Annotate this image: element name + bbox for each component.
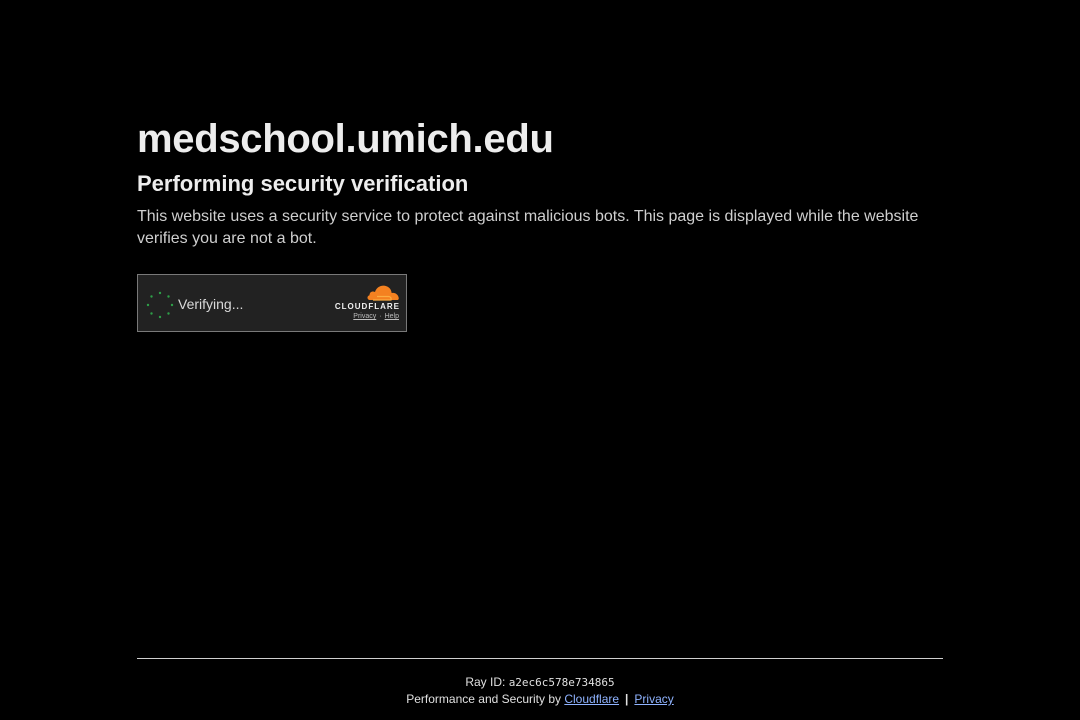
cloudflare-link[interactable]: Cloudflare <box>564 692 619 706</box>
ray-id-line: Ray ID: a2ec6c578e734865 <box>137 674 943 691</box>
page-footer: Ray ID: a2ec6c578e734865 Performance and… <box>137 658 943 707</box>
verifying-status: Verifying... <box>178 296 244 312</box>
widget-help-link[interactable]: Help <box>385 313 399 320</box>
ray-id-label: Ray ID: <box>465 675 506 689</box>
footer-divider: | <box>625 692 629 706</box>
verification-heading: Performing security verification <box>137 171 469 196</box>
cloud-icon <box>367 285 399 301</box>
ray-id-value: a2ec6c578e734865 <box>508 676 615 689</box>
page-title: medschool.umich.edu <box>137 117 554 161</box>
widget-links: Privacy · Help <box>353 312 399 321</box>
footer-privacy-link[interactable]: Privacy <box>634 692 673 706</box>
turnstile-widget[interactable]: Verifying... CLOUDFLARE Privacy · Help <box>137 274 407 332</box>
loading-spinner-icon <box>146 291 174 319</box>
link-separator: · <box>379 313 382 320</box>
main-content: medschool.umich.edu Performing security … <box>137 116 943 250</box>
cloudflare-logo: CLOUDFLARE <box>330 284 400 311</box>
widget-privacy-link[interactable]: Privacy <box>353 313 376 320</box>
verification-description: This website uses a security service to … <box>137 208 919 247</box>
performance-text: Performance and Security by <box>406 692 561 706</box>
performance-line: Performance and Security by Cloudflare | P… <box>137 691 943 707</box>
cloudflare-wordmark: CLOUDFLARE <box>334 302 400 311</box>
